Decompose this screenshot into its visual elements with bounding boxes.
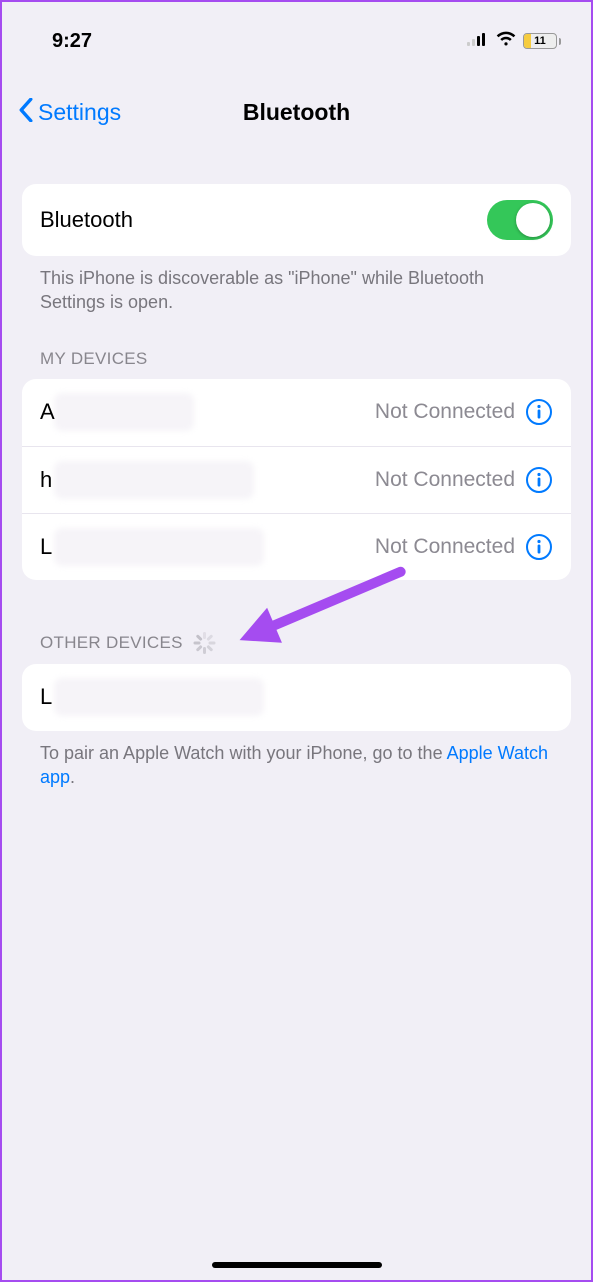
device-row[interactable]: h Not Connected — [22, 446, 571, 513]
bluetooth-toggle[interactable] — [487, 200, 553, 240]
back-button[interactable]: Settings — [18, 98, 121, 127]
device-name: L — [40, 534, 52, 560]
battery-icon: 11 — [523, 33, 561, 49]
discoverable-footer: This iPhone is discoverable as "iPhone" … — [22, 256, 571, 315]
status-right: 11 — [467, 31, 561, 52]
spinner-icon — [193, 632, 215, 654]
info-icon[interactable] — [525, 398, 553, 426]
my-devices-header: MY DEVICES — [22, 349, 571, 379]
info-icon[interactable] — [525, 466, 553, 494]
home-indicator[interactable] — [212, 1262, 382, 1268]
other-devices-header: OTHER DEVICES — [22, 632, 571, 664]
cellular-icon — [467, 32, 489, 51]
device-name: h — [40, 467, 52, 493]
device-row[interactable]: A Not Connected — [22, 379, 571, 446]
chevron-left-icon — [18, 98, 34, 127]
device-status: Not Connected — [375, 468, 515, 492]
device-name: A — [40, 399, 55, 425]
back-label: Settings — [38, 99, 121, 126]
device-row[interactable]: L Not Connected — [22, 513, 571, 580]
pair-footer: To pair an Apple Watch with your iPhone,… — [22, 731, 571, 790]
other-devices-list: L — [22, 664, 571, 731]
status-bar: 9:27 11 — [2, 2, 591, 62]
device-name: L — [40, 684, 52, 710]
bluetooth-toggle-label: Bluetooth — [40, 207, 133, 233]
device-status: Not Connected — [375, 400, 515, 424]
bluetooth-toggle-card: Bluetooth — [22, 184, 571, 256]
status-time: 9:27 — [52, 30, 92, 53]
device-status: Not Connected — [375, 535, 515, 559]
battery-percent: 11 — [524, 35, 556, 47]
navbar: Settings Bluetooth — [2, 62, 591, 142]
wifi-icon — [495, 31, 517, 52]
my-devices-list: A Not Connected h Not Connected — [22, 379, 571, 580]
other-device-row[interactable]: L — [22, 664, 571, 731]
info-icon[interactable] — [525, 533, 553, 561]
